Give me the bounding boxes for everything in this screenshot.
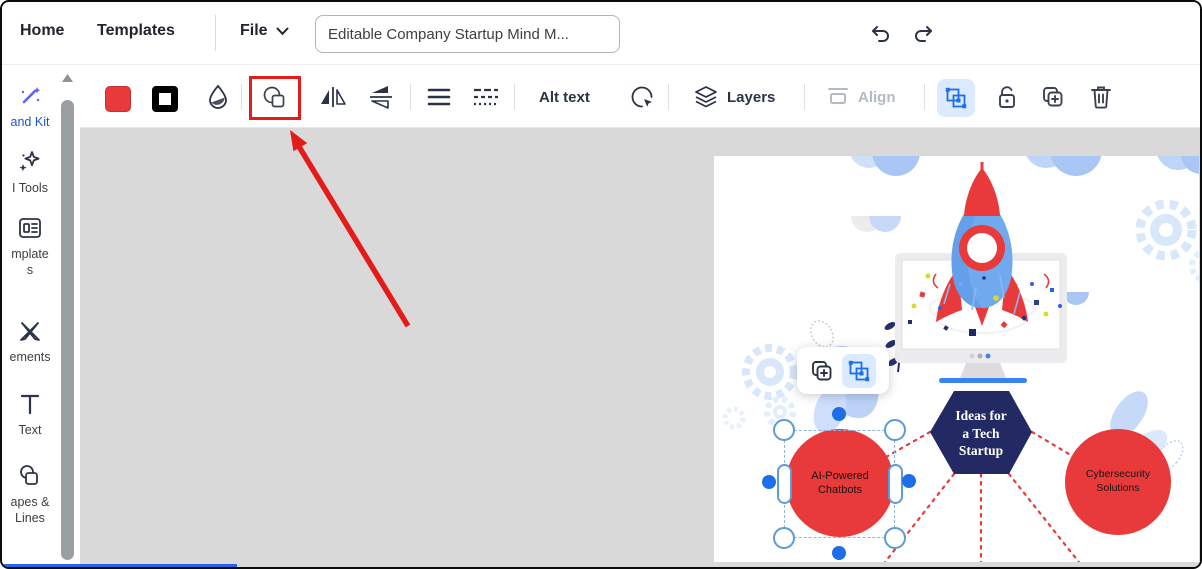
flip-horizontal-button[interactable] (317, 84, 349, 110)
group-icon (848, 360, 870, 382)
app-window: Home Templates File and Kit (0, 0, 1202, 569)
canvas-area[interactable]: Ideas for a Tech Startup AI-Powered Chat… (80, 127, 1200, 567)
layers-icon (694, 85, 718, 109)
resize-handle-bottom-right[interactable] (884, 527, 906, 549)
border-style-icon (473, 87, 499, 107)
sidebar-item-templates[interactable]: mplate s (2, 214, 58, 278)
resize-handle-top-left[interactable] (773, 419, 795, 441)
alt-text-label: Alt text (539, 89, 590, 106)
duplicate-icon (1041, 85, 1065, 109)
undo-button[interactable] (866, 20, 894, 48)
nav-home[interactable]: Home (20, 22, 64, 40)
design-page[interactable]: Ideas for a Tech Startup AI-Powered Chat… (714, 156, 1199, 562)
bottom-accent-bar (2, 564, 237, 567)
border-style-button[interactable] (470, 84, 502, 110)
animate-click-icon (629, 84, 655, 110)
floating-toolbar (797, 347, 889, 394)
group-icon (945, 87, 967, 109)
top-bar: Home Templates File (2, 2, 1200, 65)
opacity-button[interactable] (203, 82, 233, 112)
line-spacing-button[interactable] (424, 84, 454, 110)
toolbar-divider (514, 84, 515, 110)
layers-label: Layers (727, 89, 775, 106)
fill-color-swatch[interactable] (105, 86, 131, 112)
flip-horizontal-icon (319, 86, 347, 108)
border-color-swatch[interactable] (152, 86, 178, 112)
sidebar-item-label: and Kit (11, 115, 50, 131)
align-label: Align (858, 89, 896, 106)
align-button[interactable]: Align (827, 84, 896, 110)
sidebar-item-ai-tools[interactable]: I Tools (2, 148, 58, 197)
toolbar-divider (668, 84, 669, 110)
sidebar-item-label: mplate s (11, 247, 49, 278)
chevron-down-icon (276, 27, 289, 36)
document-title-input[interactable] (315, 15, 620, 53)
sidebar-item-shapes-lines[interactable]: apes & Lines (2, 462, 58, 526)
rocket-illustration (936, 162, 1028, 326)
topbar-divider (215, 15, 216, 51)
flip-vertical-icon (368, 85, 394, 109)
toolbar-divider (241, 84, 242, 110)
templates-icon (16, 214, 44, 242)
connector-dot-left[interactable] (762, 475, 776, 489)
toolbar-divider (924, 84, 925, 110)
delete-button[interactable] (1086, 82, 1116, 112)
combine-shapes-icon (260, 84, 290, 112)
redo-icon (913, 25, 935, 43)
node-ai-powered-chatbots[interactable]: AI-Powered Chatbots (786, 429, 894, 537)
duplicate-button[interactable] (1038, 82, 1068, 112)
toolbar-divider (410, 84, 411, 110)
sidebar-scrollbar[interactable] (60, 72, 75, 563)
nav-templates[interactable]: Templates (97, 22, 175, 40)
sidebar-item-text[interactable]: Text (2, 390, 58, 439)
unlock-icon (996, 84, 1018, 110)
connector-dot-top[interactable] (832, 407, 846, 421)
animate-button[interactable] (627, 82, 657, 112)
scrollbar-thumb[interactable] (61, 100, 74, 560)
sidebar-item-elements[interactable]: ements (2, 317, 58, 366)
layers-button[interactable]: Layers (694, 84, 775, 110)
line-spacing-icon (427, 87, 451, 107)
group-button[interactable] (937, 79, 975, 117)
resize-handle-left[interactable] (777, 464, 792, 504)
connector-dot-bottom[interactable] (832, 546, 846, 560)
align-icon (827, 86, 849, 108)
toolbar-divider (804, 84, 805, 110)
combine-shapes-button[interactable] (249, 76, 301, 120)
sidebar-item-label: apes & Lines (11, 495, 50, 526)
sidebar-item-label: I Tools (12, 181, 48, 197)
sidebar-item-label: Text (19, 423, 42, 439)
sidebar-item-label: ements (10, 350, 51, 366)
text-icon (16, 390, 44, 418)
undo-icon (869, 25, 891, 43)
sidebar-item-brand-kit[interactable]: and Kit (2, 82, 58, 131)
resize-handle-right[interactable] (888, 464, 903, 504)
file-menu[interactable]: File (240, 22, 289, 40)
shapes-lines-icon (16, 462, 44, 490)
lock-button[interactable] (992, 82, 1022, 112)
resize-handle-bottom-left[interactable] (773, 527, 795, 549)
flip-vertical-button[interactable] (365, 84, 397, 110)
opacity-droplet-icon (206, 84, 230, 110)
connector-dot-right[interactable] (902, 474, 916, 488)
sparkles-icon (16, 148, 44, 176)
magic-wand-icon (16, 82, 44, 110)
file-menu-label: File (240, 22, 268, 40)
alt-text-button[interactable]: Alt text (539, 86, 590, 108)
format-toolbar: Alt text Layers Align (80, 64, 1200, 128)
redo-button[interactable] (910, 20, 938, 48)
center-node-label[interactable]: Ideas for a Tech Startup (927, 396, 1035, 471)
resize-handle-top-right[interactable] (884, 419, 906, 441)
trash-icon (1090, 85, 1112, 109)
left-sidebar: and Kit I Tools mplate s ements Text (2, 64, 80, 567)
node-cybersecurity-solutions[interactable]: Cybersecurity Solutions (1065, 429, 1171, 535)
elements-icon (16, 317, 44, 345)
duplicate-icon[interactable] (810, 359, 834, 383)
group-button[interactable] (842, 354, 876, 388)
scroll-up-arrow-icon (60, 72, 75, 84)
